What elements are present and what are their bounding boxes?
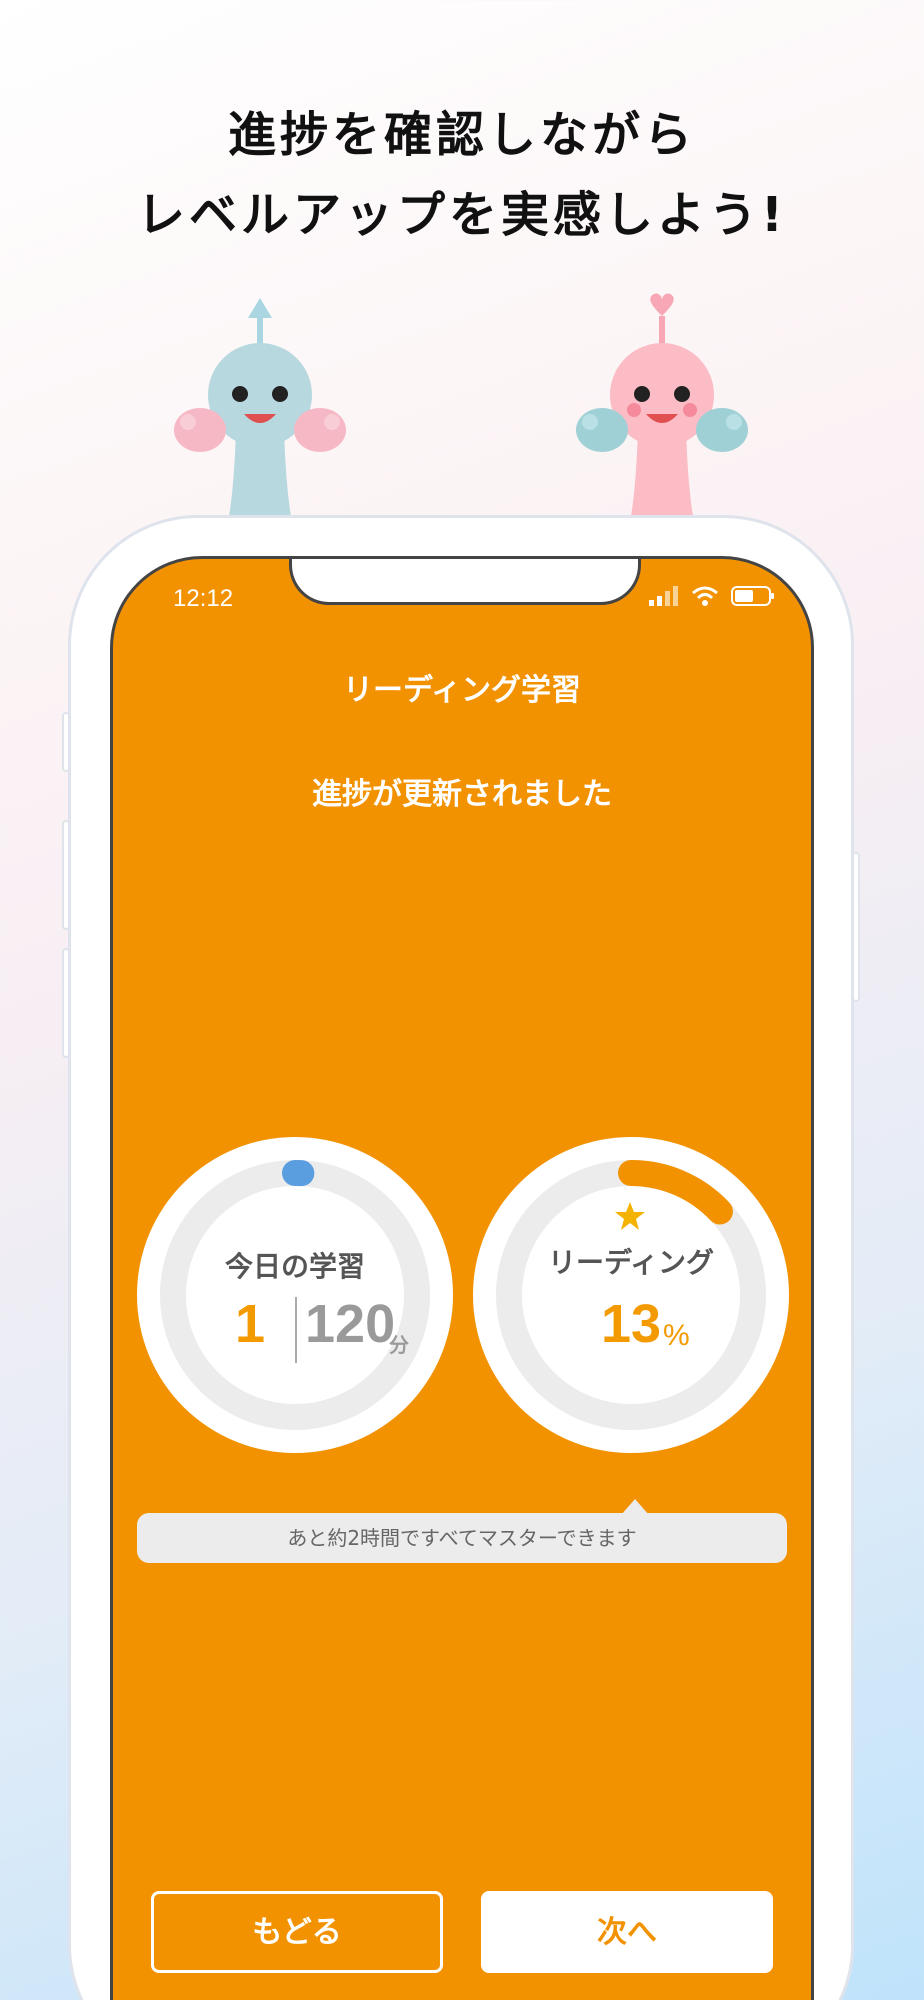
pink-mascot-illustration [576, 293, 748, 522]
phone-side-button [62, 820, 70, 930]
reading-percent-unit: % [663, 1319, 690, 1352]
star-icon [615, 1202, 645, 1230]
reading-percent-value: 13 [601, 1294, 662, 1354]
today-progress-card: 今日の学習 1 120 分 [137, 1137, 453, 1453]
today-value-row: 1 120 分 [137, 1293, 453, 1363]
status-icons [649, 585, 775, 607]
wifi-icon [692, 586, 718, 606]
blue-mascot-illustration [174, 298, 346, 522]
today-goal-value: 120 [305, 1294, 396, 1354]
status-time: 12:12 [173, 585, 234, 612]
screen-title: リーディング学習 [343, 673, 581, 708]
today-minutes-value: 1 [235, 1294, 266, 1354]
next-button[interactable]: 次へ [481, 1891, 773, 1973]
battery-icon [731, 586, 774, 606]
phone-side-button [62, 948, 70, 1058]
headline-line2: レベルアップを実感しよう! [137, 187, 787, 243]
today-goal-unit: 分 [389, 1335, 409, 1357]
back-button[interactable]: もどる [151, 1891, 443, 1973]
headline-line1: 進捗を確認しながら [227, 107, 696, 163]
progress-updated-message: 進捗が更新されました [312, 777, 612, 812]
phone-side-button [62, 712, 70, 772]
value-divider [295, 1297, 297, 1363]
today-label: 今日の学習 [224, 1250, 365, 1283]
phone-side-button [852, 852, 860, 1002]
signal-icon [649, 586, 678, 606]
phone-notch [289, 559, 641, 605]
headline: 進捗を確認しながら レベルアップを実感しよう! [0, 95, 924, 255]
reading-label: リーディング [547, 1246, 715, 1279]
reading-value-row: 13 % [473, 1293, 789, 1363]
app-screen: 12:12 リーディング学習 進捗が更新されました 今日の学習 1 120 分 … [110, 556, 814, 2000]
reading-progress-card: リーディング 13 % [473, 1137, 789, 1453]
remaining-time-tooltip: あと約2時間ですべてマスターできます [137, 1513, 787, 1563]
